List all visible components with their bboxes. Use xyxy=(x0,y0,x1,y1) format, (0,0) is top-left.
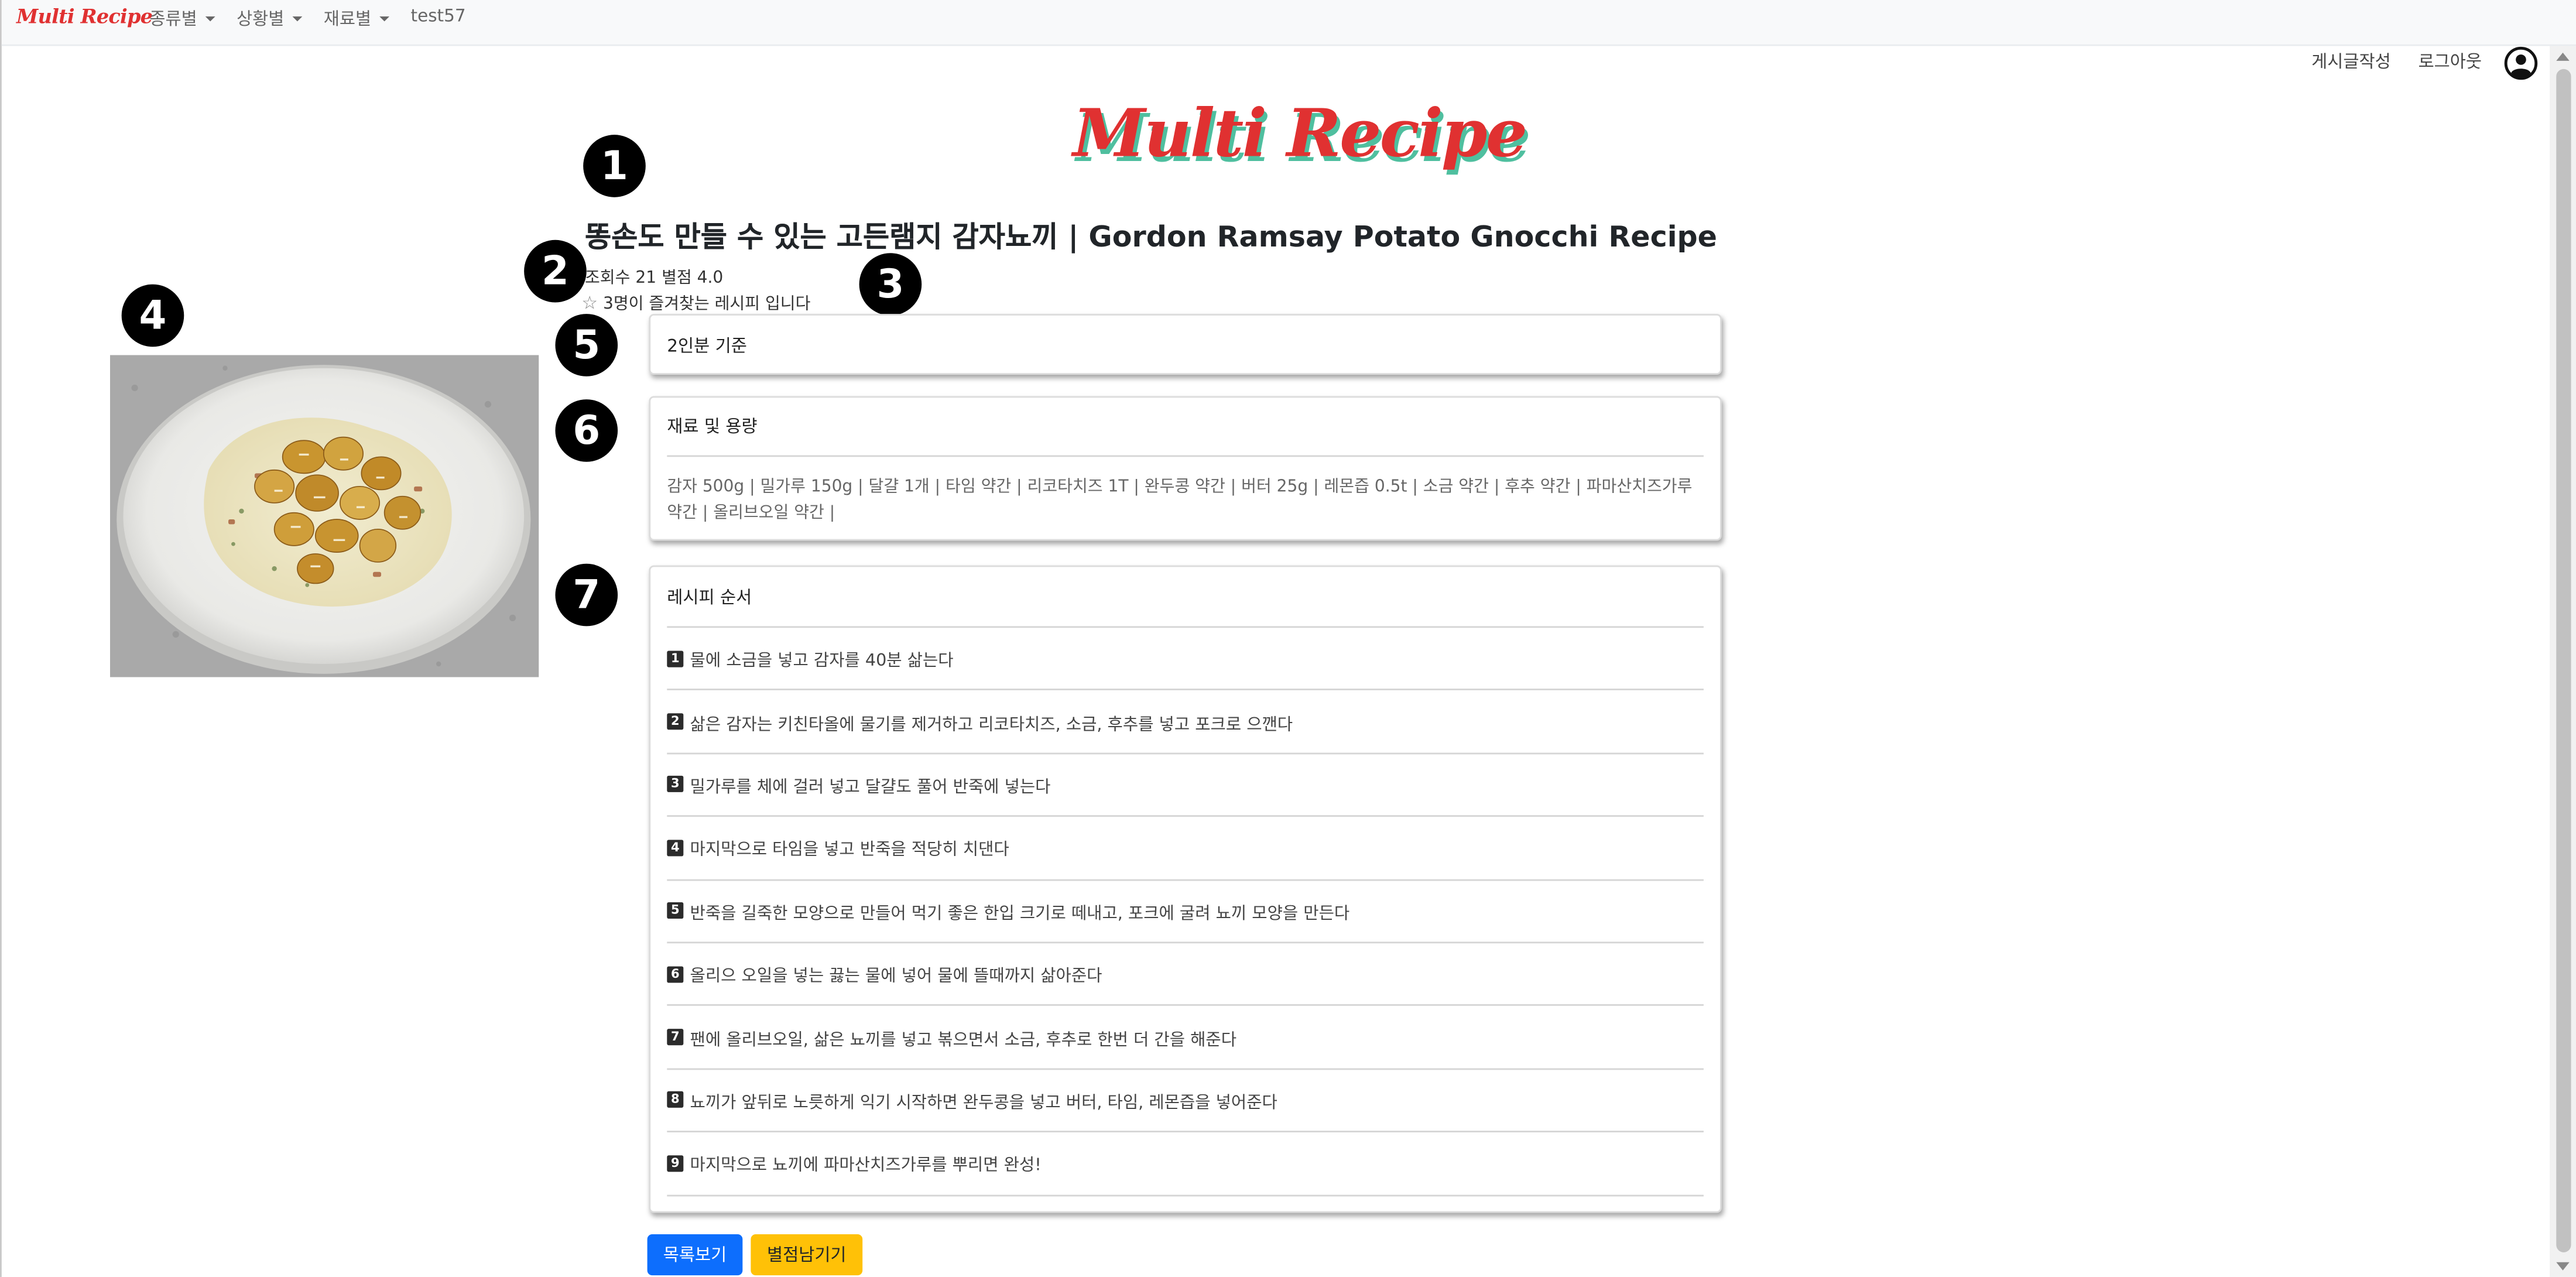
rate-button[interactable]: 별점남기기 xyxy=(751,1234,863,1276)
list-button[interactable]: 목록보기 xyxy=(647,1234,743,1276)
step-number-badge: 9 xyxy=(667,1155,684,1172)
step-row: 3 밀가루를 체에 걸러 넣고 달걀도 풀어 반죽에 넣는다 xyxy=(650,754,1720,816)
ingredients-header: 재료 및 용량 xyxy=(667,417,758,437)
views-label: 조회수 xyxy=(584,269,631,288)
step-row: 6 올리으 오일을 넣는 끓는 물에 넣어 물에 뜰때까지 삶아준다 xyxy=(650,943,1720,1005)
step-number-badge: 3 xyxy=(667,776,684,793)
annotation-marker-2: 2 xyxy=(524,239,587,303)
views-count: 21 xyxy=(635,269,657,288)
step-row: 8 뇨끼가 앞뒤로 노릇하게 익기 시작하면 완두콩을 넣고 버터, 타임, 레몬… xyxy=(650,1070,1720,1131)
ingredients-card: 재료 및 용량 감자 500g | 밀가루 150g | 달걀 1개 | 타임 … xyxy=(649,396,1722,541)
step-row: 5 반죽을 길죽한 모양으로 만들어 먹기 좋은 한입 크기로 떼내고, 포크에 … xyxy=(650,880,1720,942)
scrollbar-thumb[interactable] xyxy=(2556,69,2571,1252)
step-row: 9 마지막으로 뇨끼에 파마산치즈가루를 뿌리면 완성! xyxy=(650,1132,1720,1194)
steps-card: 레시피 순서 1 물에 소금을 넣고 감자를 40분 삶는다 2 삶은 감자는 키친타… xyxy=(649,565,1722,1213)
chevron-down-icon xyxy=(379,16,390,22)
rating-value: 4.0 xyxy=(697,269,724,288)
step-text: 마지막으로 타임을 넣고 반죽을 적당히 치댄다 xyxy=(690,842,1009,861)
logout-link[interactable]: 로그아웃 xyxy=(2419,49,2482,74)
step-text: 팬에 올리브오일, 삶은 뇨끼를 넣고 볶으면서 소금, 후추로 한번 더 간을… xyxy=(690,1031,1237,1050)
step-text: 밀가루를 체에 걸러 넣고 달걀도 풀어 반죽에 넣는다 xyxy=(690,779,1051,797)
page: Multi Recipe 종류별 상황별 재료별 test57 게시글작성 로그… xyxy=(0,0,2576,1277)
annotation-marker-6: 6 xyxy=(555,399,618,462)
step-text: 뇨끼가 앞뒤로 노릇하게 익기 시작하면 완두콩을 넣고 버터, 타임, 레몬즙… xyxy=(690,1094,1277,1113)
favorite-line: ☆ 3명이 즐겨찾는 레시피 입니다 xyxy=(581,289,810,314)
nav-menu-ingredient[interactable]: 재료별 xyxy=(323,6,390,31)
step-text: 반죽을 길죽한 모양으로 만들어 먹기 좋은 한입 크기로 떼내고, 포크에 굴… xyxy=(690,905,1350,923)
recipe-photo xyxy=(110,355,539,677)
rating-label: 별점 xyxy=(662,269,692,288)
servings-card: 2인분 기준 xyxy=(649,314,1722,375)
nav-menu-ingredient-label: 재료별 xyxy=(323,9,372,30)
nav-username[interactable]: test57 xyxy=(411,6,466,26)
step-number-badge: 8 xyxy=(667,1091,684,1109)
site-logo[interactable]: Multi Recipe xyxy=(1073,95,1527,187)
brand-link[interactable]: Multi Recipe xyxy=(16,5,153,28)
step-number-badge: 5 xyxy=(667,902,684,919)
nav-menu-situation[interactable]: 상황별 xyxy=(237,6,303,31)
annotation-marker-3: 3 xyxy=(859,253,922,316)
page-scrollbar[interactable] xyxy=(2550,46,2576,1277)
recipe-meta: 조회수 21 별점 4.0 xyxy=(585,263,723,287)
scroll-down-arrow-icon[interactable] xyxy=(2556,1262,2570,1271)
servings-text: 2인분 기준 xyxy=(667,337,747,357)
recipe-title: 똥손도 만들 수 있는 고든램지 감자뇨끼 | Gordon Ramsay Po… xyxy=(584,221,1718,255)
write-post-link[interactable]: 게시글작성 xyxy=(2311,49,2391,74)
nav-menu-type[interactable]: 종류별 xyxy=(149,6,215,31)
chevron-down-icon xyxy=(205,16,215,22)
step-row: 7 팬에 올리브오일, 삶은 뇨끼를 넣고 볶으면서 소금, 후추로 한번 더 간… xyxy=(650,1006,1720,1068)
nav-menu-situation-label: 상황별 xyxy=(237,9,285,30)
annotation-marker-1: 1 xyxy=(583,135,646,197)
nav-menu-type-label: 종류별 xyxy=(149,9,197,30)
step-number-badge: 4 xyxy=(667,839,684,857)
favorite-text: 3명이 즐겨찾는 레시피 입니다 xyxy=(603,296,811,314)
annotation-marker-4: 4 xyxy=(121,284,184,347)
step-text: 물에 소금을 넣고 감자를 40분 삶는다 xyxy=(690,652,954,671)
scroll-up-arrow-icon[interactable] xyxy=(2556,52,2570,61)
steps-header: 레시피 순서 xyxy=(667,588,752,608)
user-circle-icon[interactable] xyxy=(2503,46,2538,81)
annotation-marker-7: 7 xyxy=(555,563,618,626)
step-divider xyxy=(667,1194,1704,1196)
step-text: 삶은 감자는 키친타올에 물기를 제거하고 리코타치즈, 소금, 후추를 넣고 … xyxy=(690,715,1293,734)
chevron-down-icon xyxy=(292,16,303,22)
step-number-badge: 2 xyxy=(667,713,684,730)
annotation-marker-5: 5 xyxy=(555,314,618,376)
step-text: 마지막으로 뇨끼에 파마산치즈가루를 뿌리면 완성! xyxy=(690,1157,1042,1176)
step-row: 2 삶은 감자는 키친타올에 물기를 제거하고 리코타치즈, 소금, 후추를 넣고… xyxy=(650,691,1720,752)
star-outline-icon[interactable]: ☆ xyxy=(581,293,598,314)
step-number-badge: 6 xyxy=(667,966,684,982)
step-text: 올리으 오일을 넣는 끓는 물에 넣어 물에 뜰때까지 삶아준다 xyxy=(690,968,1102,987)
ingredients-list: 감자 500g | 밀가루 150g | 달걀 1개 | 타임 약간 | 리코타… xyxy=(667,478,1693,523)
step-number-badge: 7 xyxy=(667,1029,684,1046)
step-row: 4 마지막으로 타임을 넣고 반죽을 적당히 치댄다 xyxy=(650,817,1720,879)
steps-list: 1 물에 소금을 넣고 감자를 40분 삶는다 2 삶은 감자는 키친타올에 물기를 … xyxy=(650,628,1720,1196)
top-navbar: Multi Recipe 종류별 상황별 재료별 test57 xyxy=(1,0,2576,46)
step-number-badge: 1 xyxy=(667,650,684,667)
step-row: 1 물에 소금을 넣고 감자를 40분 삶는다 xyxy=(650,628,1720,689)
